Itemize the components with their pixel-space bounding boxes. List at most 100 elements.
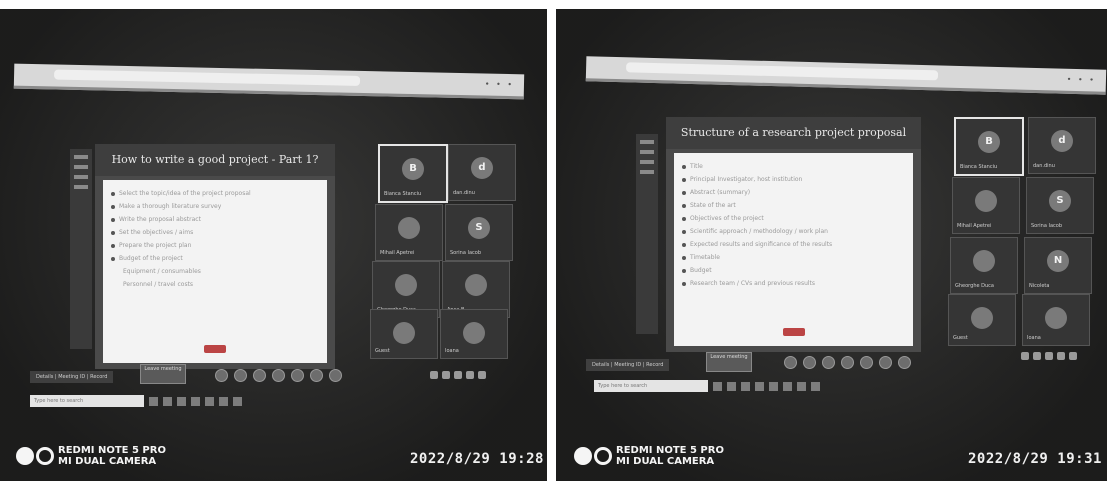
participant-name: Mihail Apetrei [957,223,992,229]
participant-name: dan.dinu [453,190,475,196]
participant-tile[interactable]: S Sorina Iacob [1026,177,1094,234]
taskbar-app-icon[interactable] [163,396,172,406]
meeting-info[interactable]: Details | Meeting ID | Record [586,359,670,371]
microphone-icon[interactable] [234,368,247,382]
taskbar-app-icon[interactable] [811,381,820,391]
slide-sub-bullet: Personnel / travel costs [123,281,194,288]
participants-icon[interactable] [291,368,304,382]
tray-icon[interactable] [1045,352,1053,360]
app-sidebar [70,149,92,349]
slide-bullet: Objectives of the project [682,215,905,222]
tray-icon[interactable] [1033,352,1041,360]
sidebar-item[interactable] [74,155,88,159]
share-screen-icon[interactable] [253,368,266,382]
slide-bullet: Principal Investigator, host institution [682,176,905,183]
participant-tile[interactable]: Mihail Apetrei [952,177,1020,234]
tray-icon[interactable] [454,371,462,379]
tray-icon[interactable] [430,371,438,379]
taskbar-app-icon[interactable] [797,381,806,391]
call-toolbar [215,367,342,383]
bullet-icon [682,190,686,195]
avatar [975,190,997,212]
url-field[interactable] [626,62,939,81]
participant-name: Guest [375,348,390,354]
participant-tile[interactable]: d dan.dinu [448,144,516,201]
more-icon[interactable] [310,368,323,382]
participant-tile[interactable]: B Bianca Stanciu [378,144,448,203]
avatar: B [978,131,1000,153]
hang-up-icon[interactable] [329,368,342,382]
participant-tile[interactable]: Ioana [440,309,508,359]
sidebar-item[interactable] [640,160,654,164]
tray-icon[interactable] [478,371,486,379]
sidebar-item[interactable] [640,140,654,144]
participant-tile[interactable]: Gheorghe Duca [950,237,1018,294]
sidebar-item[interactable] [74,185,88,189]
watermark-line-1: REDMI NOTE 5 PRO [616,445,724,456]
avatar [973,250,995,272]
hang-up-icon[interactable] [898,355,911,369]
slide-bullet: Budget [682,267,905,274]
slide-bullet: Expected results and significance of the… [682,241,905,248]
watermark-line-2: MI DUAL CAMERA [616,456,715,467]
chat-icon[interactable] [272,368,285,382]
participant-tile[interactable]: Guest [370,309,438,359]
leave-button[interactable]: Leave meeting [140,364,186,384]
browser-menu-icon[interactable]: • • • [1067,75,1096,85]
tray-icon[interactable] [1057,352,1065,360]
camera-icon[interactable] [215,368,228,382]
taskbar-search-input[interactable]: Type here to search [594,380,708,392]
meeting-info[interactable]: Details | Meeting ID | Record [30,371,114,383]
avatar [465,274,487,296]
participant-tile[interactable]: Mihail Apetrei [375,204,443,261]
browser-menu-icon[interactable]: • • • [485,80,514,90]
tray-icons [430,371,486,379]
avatar: S [468,217,490,239]
taskbar-app-icon[interactable] [713,381,722,391]
share-screen-icon[interactable] [822,355,835,369]
participant-tile[interactable]: d dan.dinu [1028,117,1096,174]
taskbar-app-icon[interactable] [191,396,200,406]
sidebar-item[interactable] [74,165,88,169]
tray-icon[interactable] [1069,352,1077,360]
participant-name: Guest [953,335,968,341]
taskbar-search-input[interactable]: Type here to search [30,395,144,407]
sidebar-item[interactable] [640,170,654,174]
participant-tile[interactable]: B Bianca Stanciu [954,117,1024,176]
sidebar-item[interactable] [640,150,654,154]
bullet-icon [682,229,686,234]
participants-icon[interactable] [860,355,873,369]
avatar: d [1051,130,1073,152]
taskbar-app-icon[interactable] [755,381,764,391]
slide-bullet: Title [682,163,905,170]
photo-right: • • • Structure of a research project pr… [556,9,1107,481]
participant-tile[interactable]: N Nicoleta [1024,237,1092,294]
participant-tile[interactable]: Ioana [1022,294,1090,346]
participant-tile[interactable]: Guest [948,294,1016,346]
taskbar-app-icon[interactable] [149,396,158,406]
bullet-icon [682,242,686,247]
taskbar-app-icon[interactable] [769,381,778,391]
camera-lens-icon [594,447,612,465]
taskbar-app-icon[interactable] [233,396,242,406]
tray-icon[interactable] [1021,352,1029,360]
leave-button[interactable]: Leave meeting [706,352,752,372]
taskbar-app-icon[interactable] [205,396,214,406]
more-icon[interactable] [879,355,892,369]
tray-icon[interactable] [442,371,450,379]
camera-lens-icon [36,447,54,465]
tray-icon[interactable] [466,371,474,379]
taskbar-app-icon[interactable] [741,381,750,391]
chat-icon[interactable] [841,355,854,369]
url-field[interactable] [53,69,361,86]
bullet-icon [682,268,686,273]
taskbar-app-icon[interactable] [177,396,186,406]
sidebar-item[interactable] [74,175,88,179]
camera-icon[interactable] [784,355,797,369]
taskbar-app-icon[interactable] [727,381,736,391]
microphone-icon[interactable] [803,355,816,369]
participant-tile[interactable]: S Sorina Iacob [445,204,513,261]
taskbar-app-icon[interactable] [783,381,792,391]
participant-name: Bianca Stanciu [960,164,998,170]
taskbar-app-icon[interactable] [219,396,228,406]
